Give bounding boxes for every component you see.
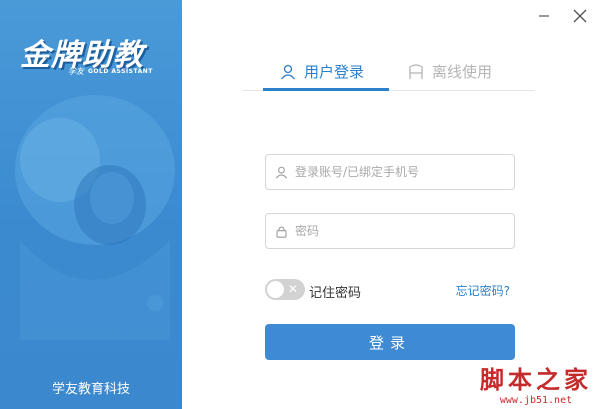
- watermark-text: 脚本之家: [480, 365, 592, 394]
- logo-small-text: 学友: [68, 67, 84, 76]
- password-field[interactable]: [265, 213, 515, 249]
- company-name: 学友教育科技: [51, 382, 130, 397]
- account-field[interactable]: [265, 154, 515, 190]
- remember-password-toggle[interactable]: ✕: [265, 279, 305, 300]
- tab-offline-use[interactable]: 离线使用: [408, 55, 492, 88]
- brand-panel: 金牌助教 学友 GOLD ASSISTANT 学友教育科技: [0, 0, 182, 409]
- tab-user-login-label: 用户登录: [304, 63, 365, 81]
- user-icon: [275, 166, 295, 179]
- watermark-url: www.jb51.net: [499, 395, 573, 406]
- close-icon: [573, 9, 587, 23]
- login-tabs: 用户登录 离线使用: [243, 55, 535, 91]
- tab-user-login[interactable]: 用户登录: [280, 55, 364, 88]
- account-input[interactable]: [295, 165, 505, 179]
- close-button[interactable]: [570, 6, 590, 26]
- logo-subtitle: GOLD ASSISTANT: [88, 68, 153, 75]
- minimize-icon: [539, 15, 549, 17]
- toggle-off-icon: ✕: [287, 282, 298, 296]
- mascot-illustration: [15, 95, 175, 340]
- minimize-button[interactable]: [534, 6, 554, 26]
- active-tab-indicator: [263, 88, 389, 91]
- tab-offline-use-label: 离线使用: [432, 63, 493, 81]
- password-input[interactable]: [295, 224, 505, 238]
- remember-password-label[interactable]: 记住密码: [309, 282, 361, 301]
- forgot-password-link[interactable]: 忘记密码?: [456, 282, 510, 299]
- toggle-knob: [267, 281, 284, 298]
- offline-icon: [409, 63, 423, 79]
- user-icon: [280, 64, 296, 79]
- lock-icon: [275, 225, 295, 238]
- app-logo: 金牌助教 学友 GOLD ASSISTANT: [20, 30, 170, 80]
- login-button[interactable]: 登录: [265, 324, 515, 360]
- watermark: 脚本之家 www.jb51.net: [480, 360, 592, 406]
